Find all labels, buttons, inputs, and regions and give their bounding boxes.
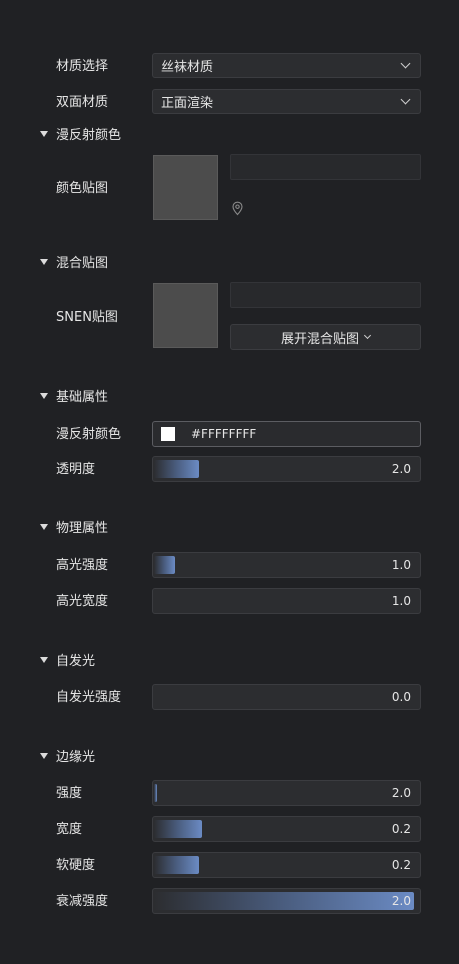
slider-fill [154, 892, 414, 910]
emissive-strength-slider[interactable]: 0.0 [152, 684, 421, 710]
snen-texture-thumbnail[interactable] [153, 283, 218, 348]
section-title: 自发光 [56, 654, 96, 669]
double-side-value: 正面渲染 [161, 96, 214, 111]
slider-value: 0.0 [391, 690, 411, 704]
color-texture-thumbnail[interactable] [153, 155, 218, 220]
slider-value: 0.2 [391, 858, 411, 872]
opacity-slider[interactable]: 2.0 [152, 456, 421, 482]
rim-falloff-label: 衰减强度 [56, 894, 109, 909]
section-title: 物理属性 [56, 521, 109, 536]
chevron-down-icon [400, 94, 411, 105]
slider-value: 0.2 [391, 822, 411, 836]
caret-down-icon [40, 258, 48, 265]
chevron-down-icon [363, 331, 372, 340]
specular-strength-label: 高光强度 [56, 558, 109, 573]
rim-strength-slider[interactable]: 2.0 [152, 780, 421, 806]
caret-down-icon [40, 656, 48, 663]
opacity-label: 透明度 [56, 462, 96, 477]
slider-value: 1.0 [391, 594, 411, 608]
section-rim-light[interactable]: 边缘光 [40, 746, 95, 765]
diffuse-color-value: #FFFFFFFF [191, 427, 257, 441]
caret-down-icon [40, 392, 48, 399]
caret-down-icon [40, 130, 48, 137]
slider-value: 2.0 [391, 894, 411, 908]
slider-value: 2.0 [391, 462, 411, 476]
material-select-value: 丝袜材质 [161, 60, 214, 75]
rim-softness-label: 软硬度 [56, 858, 96, 873]
color-texture-label: 颜色贴图 [56, 181, 109, 196]
section-title: 混合贴图 [56, 256, 109, 271]
double-side-dropdown[interactable]: 正面渲染 [152, 89, 421, 114]
section-title: 漫反射颜色 [56, 128, 122, 143]
emissive-strength-label: 自发光强度 [56, 690, 122, 705]
snen-texture-label: SNEN贴图 [56, 310, 118, 325]
section-basic-properties[interactable]: 基础属性 [40, 386, 108, 405]
slider-fill [154, 856, 199, 874]
diffuse-color-label: 漫反射颜色 [56, 427, 122, 442]
color-texture-path-field[interactable] [230, 154, 421, 180]
specular-width-slider[interactable]: 1.0 [152, 588, 421, 614]
material-select-label: 材质选择 [56, 59, 109, 74]
section-title: 基础属性 [56, 390, 109, 405]
rim-width-slider[interactable]: 0.2 [152, 816, 421, 842]
slider-fill [154, 820, 202, 838]
slider-value: 1.0 [391, 558, 411, 572]
caret-down-icon [40, 752, 48, 759]
specular-width-label: 高光宽度 [56, 594, 109, 609]
diffuse-color-input[interactable]: #FFFFFFFF [152, 421, 421, 447]
snen-texture-path-field[interactable] [230, 282, 421, 308]
section-emissive[interactable]: 自发光 [40, 650, 95, 669]
chevron-down-icon [400, 58, 411, 69]
section-physical-properties[interactable]: 物理属性 [40, 517, 108, 536]
expand-blend-texture-button[interactable]: 展开混合贴图 [230, 324, 421, 350]
slider-fill [154, 556, 175, 574]
material-select-dropdown[interactable]: 丝袜材质 [152, 53, 421, 78]
caret-down-icon [40, 523, 48, 530]
slider-value: 2.0 [391, 786, 411, 800]
double-side-label: 双面材质 [56, 95, 109, 110]
location-pin-icon[interactable] [231, 201, 244, 220]
expand-button-label: 展开混合贴图 [280, 331, 359, 347]
specular-strength-slider[interactable]: 1.0 [152, 552, 421, 578]
section-blend-texture[interactable]: 混合贴图 [40, 252, 108, 271]
rim-width-label: 宽度 [56, 822, 83, 837]
section-diffuse-color[interactable]: 漫反射颜色 [40, 124, 121, 143]
slider-fill [154, 460, 199, 478]
slider-fill [154, 784, 157, 802]
color-swatch[interactable] [161, 427, 175, 441]
rim-falloff-slider[interactable]: 2.0 [152, 888, 421, 914]
rim-softness-slider[interactable]: 0.2 [152, 852, 421, 878]
section-title: 边缘光 [56, 750, 96, 765]
rim-strength-label: 强度 [56, 786, 83, 801]
